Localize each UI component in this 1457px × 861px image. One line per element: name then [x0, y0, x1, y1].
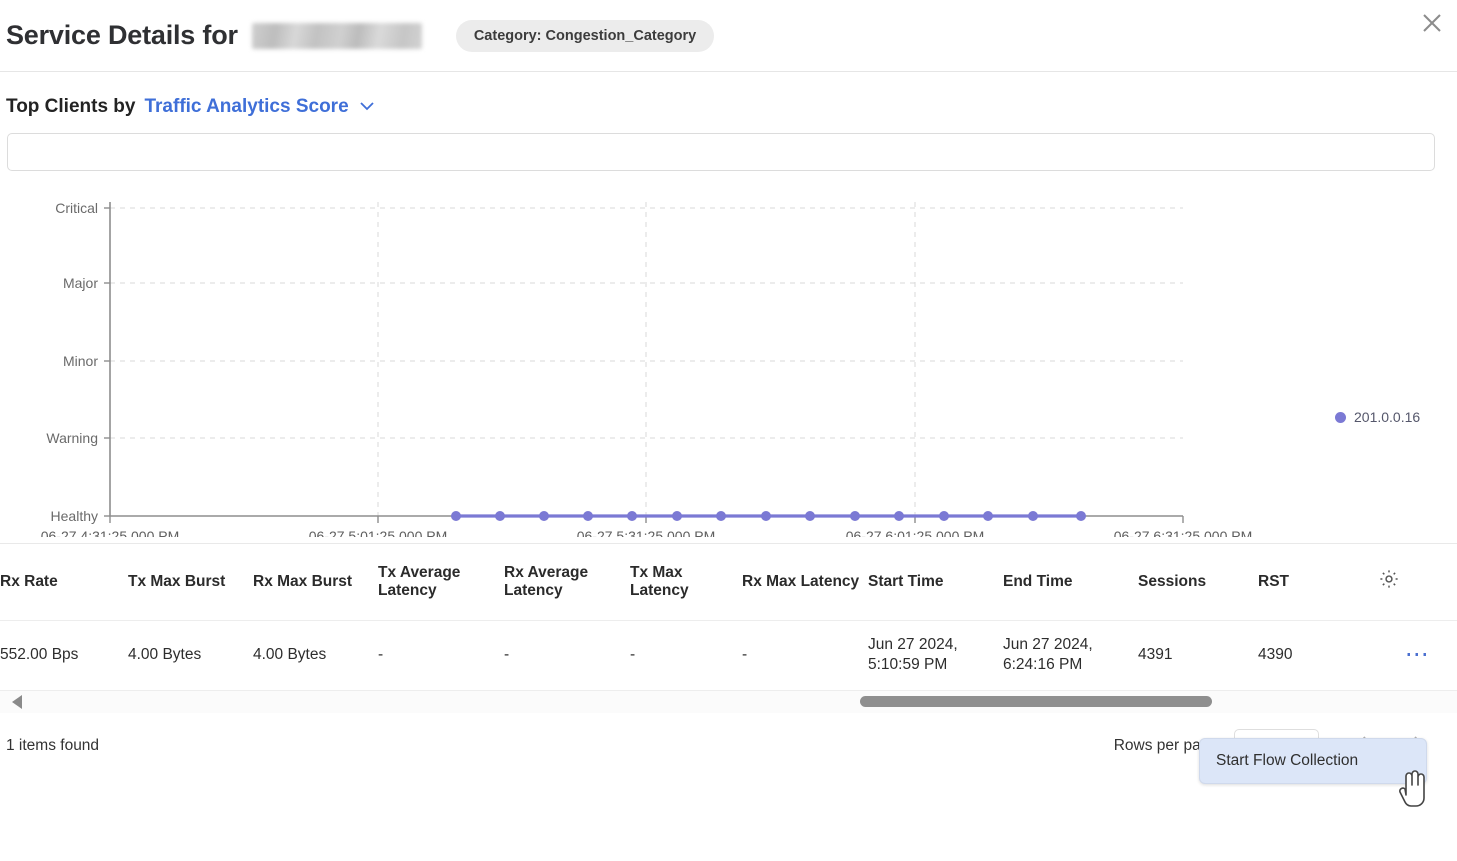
end-time-clock: 6:24:16 PM	[1003, 656, 1083, 674]
cell-rx-average-latency: -	[504, 619, 630, 691]
column-header-rx-rate[interactable]: Rx Rate	[0, 544, 128, 620]
chart-point[interactable]	[583, 511, 593, 521]
chart-x-label-0: 06-27 4:31:25.000 PM	[41, 528, 180, 537]
chart-point[interactable]	[894, 511, 904, 521]
legend-color-dot	[1335, 411, 1346, 423]
chart-y-label-warning: Warning	[46, 430, 98, 446]
column-header-rx-average-latency[interactable]: Rx Average Latency	[504, 544, 630, 620]
cell-rx-rate: 552.00 Bps	[0, 619, 128, 691]
table-row[interactable]: 552.00 Bps 4.00 Bytes 4.00 Bytes - - - -…	[0, 619, 1457, 691]
start-time-date: Jun 27 2024,	[868, 635, 958, 653]
context-menu-item-start-flow-collection[interactable]: Start Flow Collection	[1199, 738, 1427, 784]
dialog-header: Service Details for Category: Congestion…	[0, 0, 1457, 72]
cell-tx-average-latency: -	[378, 619, 504, 691]
chart-series-points	[451, 511, 1086, 521]
chart-y-labels: Critical Major Minor Warning Healthy	[46, 200, 98, 524]
chart-point[interactable]	[495, 511, 505, 521]
cell-sessions: 4391	[1138, 619, 1258, 691]
cell-actions: ⋯	[1378, 619, 1457, 691]
services-table: Rx Rate Tx Max Burst Rx Max Burst Tx Ave…	[0, 544, 1457, 691]
column-header-tx-average-latency[interactable]: Tx Average Latency	[378, 544, 504, 620]
scrollbar-thumb[interactable]	[860, 696, 1212, 708]
chart-point[interactable]	[805, 511, 815, 521]
cell-start-time: Jun 27 2024, 5:10:59 PM	[868, 619, 1003, 691]
redacted-service-name	[251, 22, 422, 49]
close-icon	[1421, 12, 1443, 34]
chart-point[interactable]	[1028, 511, 1038, 521]
scroll-left-arrow-icon[interactable]	[12, 695, 22, 710]
chart-x-label-1: 06-27 5:01:25.000 PM	[309, 528, 448, 537]
chart-point[interactable]	[627, 511, 637, 521]
chart-x-label-3: 06-27 6:01:25.000 PM	[846, 528, 985, 537]
column-header-rx-max-burst[interactable]: Rx Max Burst	[253, 544, 378, 620]
page-title: Service Details for	[6, 20, 238, 50]
chart-y-label-critical: Critical	[55, 200, 98, 216]
top-clients-header: Top Clients by Traffic Analytics Score	[0, 72, 1457, 118]
column-header-start-time[interactable]: Start Time	[868, 544, 1003, 620]
items-found-label: 1 items found	[6, 737, 100, 755]
search-container	[0, 118, 1457, 171]
chart-x-label-2: 06-27 5:31:25.000 PM	[577, 528, 716, 537]
cell-tx-max-burst: 4.00 Bytes	[128, 619, 253, 691]
start-time-clock: 5:10:59 PM	[868, 656, 948, 674]
column-header-tx-max-burst[interactable]: Tx Max Burst	[128, 544, 253, 620]
column-header-end-time[interactable]: End Time	[1003, 544, 1138, 620]
cell-rst: 4390	[1258, 619, 1378, 691]
chart-y-ticks	[104, 207, 110, 517]
search-input[interactable]	[7, 133, 1435, 171]
services-table-region: Rx Rate Tx Max Burst Rx Max Burst Tx Ave…	[0, 543, 1457, 714]
column-header-tx-max-latency[interactable]: Tx Max Latency	[630, 544, 742, 620]
chart-point[interactable]	[850, 511, 860, 521]
chart-point[interactable]	[939, 511, 949, 521]
ellipsis-icon[interactable]: ⋯	[1378, 643, 1457, 667]
gear-icon[interactable]	[1378, 568, 1400, 595]
chart-svg: Critical Major Minor Warning Healthy 06-…	[41, 200, 1253, 537]
cell-rx-max-burst: 4.00 Bytes	[253, 619, 378, 691]
cell-rx-max-latency: -	[742, 619, 868, 691]
top-clients-label: Top Clients by	[6, 96, 136, 117]
chart-point[interactable]	[761, 511, 771, 521]
chart-y-label-major: Major	[63, 275, 98, 291]
chart-point[interactable]	[716, 511, 726, 521]
legend-label: 201.0.0.16	[1354, 409, 1421, 425]
chart-gridlines-vertical	[377, 202, 916, 516]
chart-point[interactable]	[672, 511, 682, 521]
chart-y-label-healthy: Healthy	[51, 508, 98, 524]
chart-point[interactable]	[983, 511, 993, 521]
column-header-rst[interactable]: RST	[1258, 544, 1378, 620]
traffic-analytics-chart: Critical Major Minor Warning Healthy 06-…	[0, 185, 1457, 537]
chart-legend[interactable]: 201.0.0.16	[1335, 409, 1420, 425]
horizontal-scrollbar[interactable]	[0, 690, 1457, 714]
chart-point[interactable]	[451, 511, 461, 521]
cell-tx-max-latency: -	[630, 619, 742, 691]
chevron-down-icon[interactable]	[359, 98, 375, 116]
column-header-sessions[interactable]: Sessions	[1138, 544, 1258, 620]
chart-x-labels: 06-27 4:31:25.000 PM 06-27 5:01:25.000 P…	[41, 528, 1253, 537]
end-time-date: Jun 27 2024,	[1003, 635, 1093, 653]
chart-point[interactable]	[539, 511, 549, 521]
chart-point[interactable]	[1076, 511, 1086, 521]
column-header-settings	[1378, 544, 1457, 620]
close-button[interactable]	[1415, 6, 1449, 40]
cell-end-time: Jun 27 2024, 6:24:16 PM	[1003, 619, 1138, 691]
category-badge: Category: Congestion_Category	[455, 19, 715, 52]
metric-selector-label[interactable]: Traffic Analytics Score	[144, 96, 348, 118]
chart-x-label-4: 06-27 6:31:25.000 PM	[1114, 528, 1253, 537]
table-header-row: Rx Rate Tx Max Burst Rx Max Burst Tx Ave…	[0, 544, 1457, 620]
column-header-rx-max-latency[interactable]: Rx Max Latency	[742, 544, 868, 620]
chart-y-label-minor: Minor	[63, 353, 98, 369]
